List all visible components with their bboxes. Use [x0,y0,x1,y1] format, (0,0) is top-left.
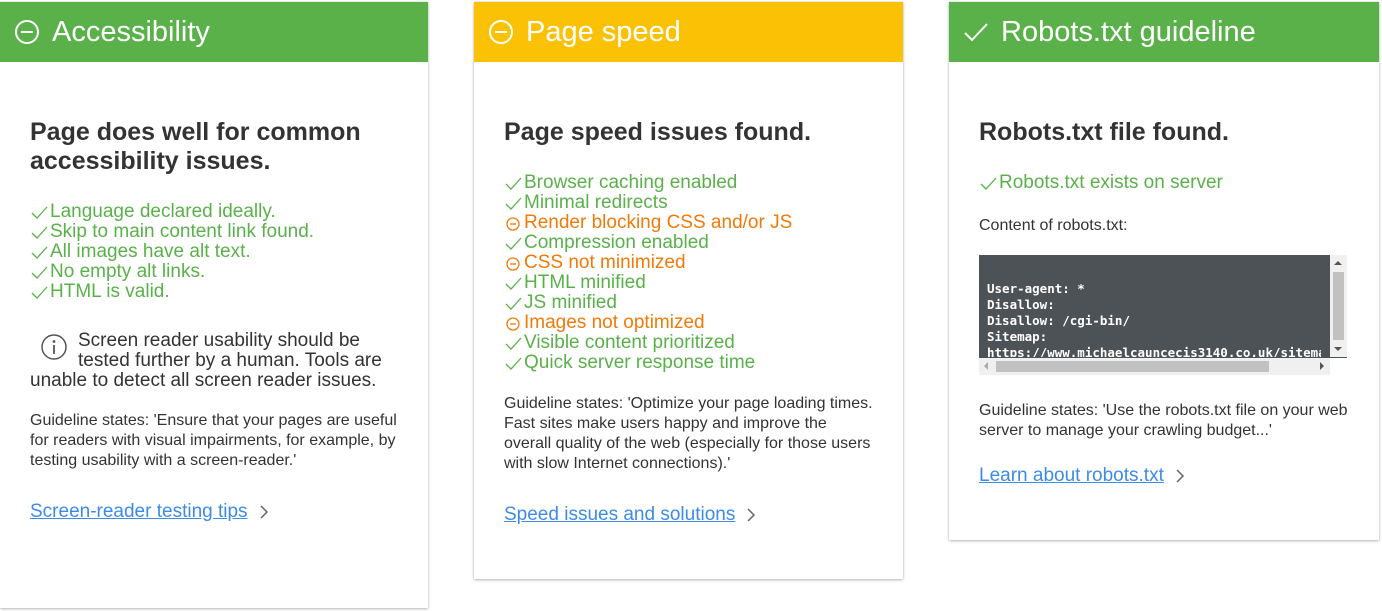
check-list: Browser caching enabled Minimal redirects… [504,173,873,373]
check-item-text: Language declared ideally. [50,201,276,222]
card-title: Page does well for common accessibility … [30,118,361,175]
robots-card: Robots.txt guideline Robots.txt file fou… [949,2,1379,540]
check-item: No empty alt links. [30,262,398,282]
check-list: Robots.txt exists on server [979,173,1349,193]
guideline-text: Guideline states: 'Ensure that your page… [30,412,397,469]
accessibility-header: Accessibility [0,2,428,62]
check-item-text: HTML minified [524,272,646,293]
check-icon [505,297,522,310]
page-speed-header: Page speed [474,2,903,62]
chevron-right-icon [260,505,268,519]
card-heading: Accessibility [52,15,210,48]
check-icon [505,237,522,250]
scroll-down-arrow-icon[interactable] [1334,347,1342,351]
check-item-text: Skip to main content link found. [50,221,315,242]
check-icon [505,197,522,210]
check-item-text: Quick server response time [524,352,756,373]
check-item: JS minified [504,293,873,313]
link-label: Speed issues and solutions [504,504,736,525]
robots-content-label: Content of robots.txt: [979,217,1128,234]
check-icon [964,23,988,42]
guideline-text: Guideline states: 'Optimize your page lo… [504,395,873,472]
check-item-text: Compression enabled [524,232,709,253]
check-item: Render blocking CSS and/or JS [504,213,873,233]
check-icon [31,286,48,299]
scrollbar-corner [1330,358,1347,375]
accessibility-card: Accessibility Page does well for common … [0,2,428,608]
minus-circle-icon [15,20,39,44]
link-label: Screen-reader testing tips [30,501,248,522]
check-item: All images have alt text. [30,242,398,262]
check-icon [31,246,48,259]
check-item: Language declared ideally. [30,202,398,222]
speed-issues-link[interactable]: Speed issues and solutions [504,504,757,526]
page-speed-card: Page speed Page speed issues found. Brow… [474,2,903,579]
check-item-text: Render blocking CSS and/or JS [524,212,793,233]
robots-content: User-agent: * Disallow: Disallow: /cgi-b… [987,281,1321,357]
check-icon [31,266,48,279]
check-item: Compression enabled [504,233,873,253]
check-item: Skip to main content link found. [30,222,398,242]
robots-learn-link[interactable]: Learn about robots.txt [979,465,1186,487]
scroll-left-arrow-icon[interactable] [984,362,988,370]
card-heading: Robots.txt guideline [1001,15,1256,48]
check-icon [31,226,48,239]
minus-circle-icon [506,217,520,231]
check-item-text: Robots.txt exists on server [999,172,1223,193]
card-heading: Page speed [526,15,681,48]
check-item: HTML minified [504,273,873,293]
scrollbar-thumb[interactable] [1333,272,1344,340]
chevron-right-icon [747,508,756,522]
check-item-text: CSS not minimized [524,252,686,273]
check-item: Browser caching enabled [504,173,873,193]
check-item-text: Browser caching enabled [524,172,738,193]
check-item-text: HTML is valid. [50,281,170,302]
horizontal-scrollbar[interactable] [979,358,1330,375]
scroll-up-arrow-icon[interactable] [1334,261,1342,265]
check-icon [505,337,522,350]
check-item-text: Minimal redirects [524,192,668,213]
info-note-text: Screen reader usability should be tested… [30,330,382,391]
card-title: Page speed issues found. [504,118,812,146]
link-label: Learn about robots.txt [979,465,1164,486]
check-item: Images not optimized [504,313,873,333]
minus-circle-icon [506,257,520,271]
check-icon [505,277,522,290]
check-item: HTML is valid. [30,282,398,302]
check-icon [505,357,522,370]
check-item: Visible content prioritized [504,333,873,353]
screen-reader-tips-link[interactable]: Screen-reader testing tips [30,501,270,523]
vertical-scrollbar[interactable] [1330,255,1347,357]
check-item-text: Images not optimized [524,312,705,333]
check-item-text: JS minified [524,292,617,313]
robots-header: Robots.txt guideline [949,2,1379,62]
check-item: Minimal redirects [504,193,873,213]
check-item-text: Visible content prioritized [524,332,735,353]
check-icon [505,177,522,190]
minus-circle-icon [506,317,520,331]
check-item: Quick server response time [504,353,873,373]
scroll-right-arrow-icon[interactable] [1320,362,1324,370]
robots-code-box[interactable]: User-agent: * Disallow: Disallow: /cgi-b… [979,255,1347,375]
check-icon [980,177,997,190]
guideline-text: Guideline states: 'Use the robots.txt fi… [979,402,1348,439]
chevron-right-icon [1176,469,1184,483]
check-item-text: All images have alt text. [50,241,251,262]
minus-circle-icon [489,20,513,44]
info-note: Screen reader usability should be tested… [30,331,398,391]
info-icon [41,334,67,360]
check-item: Robots.txt exists on server [979,173,1349,193]
check-icon [31,206,48,219]
check-item: CSS not minimized [504,253,873,273]
check-item-text: No empty alt links. [50,261,206,282]
check-list: Language declared ideally. Skip to main c… [30,202,398,302]
scrollbar-thumb[interactable] [996,361,1269,372]
card-title: Robots.txt file found. [979,118,1229,146]
